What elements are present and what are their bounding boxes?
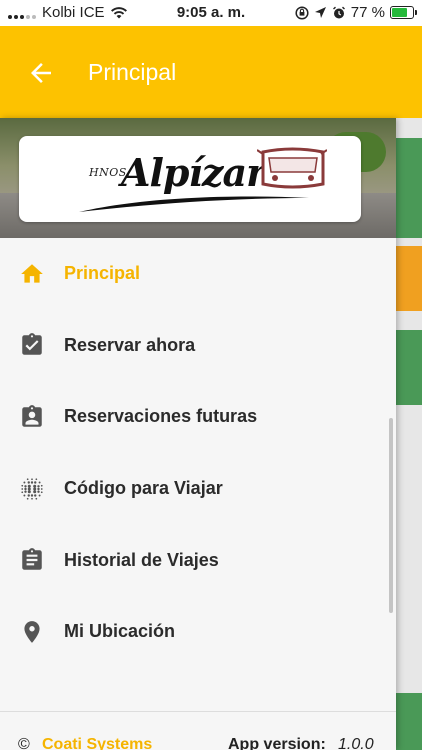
location-pin-icon <box>24 620 40 643</box>
assignment-check-icon <box>22 333 42 356</box>
company-link[interactable]: Coati Systems <box>42 736 152 750</box>
drawer-footer: © Coati Systems App version: 1.0.0 <box>0 711 396 750</box>
menu-item-codigo-para-viajar[interactable]: Código para Viajar <box>0 453 396 525</box>
menu-item-label: Historial de Viajes <box>64 549 219 570</box>
logo-name: Alpízar <box>121 150 266 195</box>
app-bar: Principal <box>0 26 422 118</box>
menu-item-principal[interactable]: Principal <box>0 238 396 310</box>
battery-charging-icon <box>390 6 417 19</box>
drawer-header: HNOS. Alpízar <box>0 118 396 238</box>
dot-grid-icon <box>21 477 43 500</box>
company-logo: HNOS. Alpízar <box>19 136 361 222</box>
menu-item-label: Reservar ahora <box>64 334 196 355</box>
navigation-drawer: HNOS. Alpízar Principal Reservar ahora R… <box>0 118 396 750</box>
menu-item-reservar-ahora[interactable]: Reservar ahora <box>0 310 396 382</box>
arrow-back-icon[interactable] <box>26 58 56 88</box>
menu-item-label: Principal <box>64 263 141 284</box>
location-icon <box>314 7 326 18</box>
menu-item-historial-de-viajes[interactable]: Historial de Viajes <box>0 524 396 596</box>
underlying-screen <box>396 118 422 750</box>
app-version-value: 1.0.0 <box>338 736 374 750</box>
alarm-icon <box>332 6 345 18</box>
menu-item-reservaciones-futuras[interactable]: Reservaciones futuras <box>0 381 396 453</box>
status-bar: Kolbi ICE 9:05 a. m. 77 % <box>0 0 422 26</box>
assignment-list-icon <box>22 548 42 570</box>
menu-item-label: Código para Viajar <box>64 478 223 499</box>
menu-item-label: Reservaciones futuras <box>64 406 258 427</box>
drawer-menu: Principal Reservar ahora Reservaciones f… <box>0 238 396 668</box>
battery-percent: 77 % <box>350 4 385 21</box>
copyright-symbol: © <box>18 736 30 750</box>
app-version-label: App version: <box>228 736 326 750</box>
bus-icon <box>257 147 327 189</box>
page-title: Principal <box>88 59 177 85</box>
home-icon <box>21 264 43 283</box>
status-right: 77 % <box>295 4 417 21</box>
logo-swoosh-icon <box>79 196 309 212</box>
assignment-user-icon <box>22 405 42 427</box>
menu-item-label: Mi Ubicación <box>64 621 176 642</box>
drawer-scrollbar[interactable] <box>389 418 393 613</box>
lock-rotation-icon <box>295 5 309 20</box>
menu-item-mi-ubicacion[interactable]: Mi Ubicación <box>0 596 396 668</box>
